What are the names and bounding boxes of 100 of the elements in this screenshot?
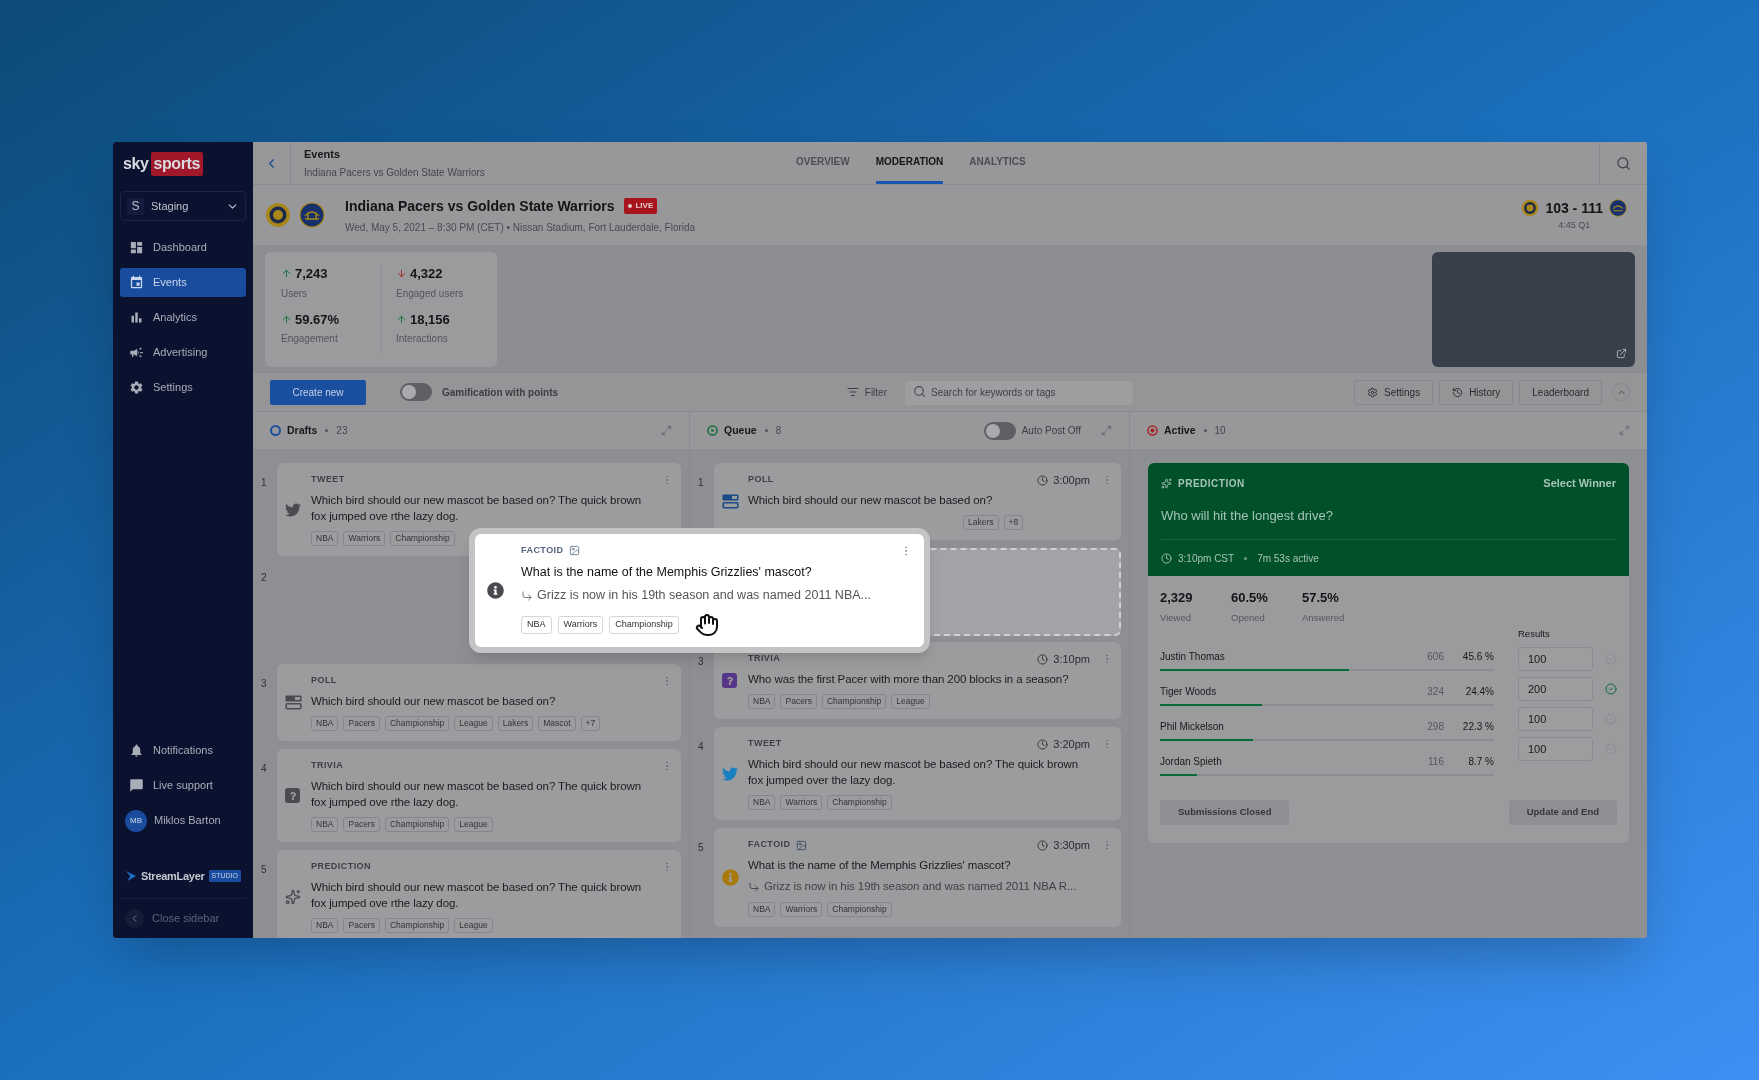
expand-icon[interactable] bbox=[1101, 425, 1112, 436]
game-clock: 4:45 Q1 bbox=[1558, 218, 1591, 232]
tag: League bbox=[454, 716, 493, 731]
avatar[interactable]: MB bbox=[125, 809, 147, 832]
row-number: 4 bbox=[698, 741, 704, 752]
tag: NBA bbox=[748, 902, 776, 918]
gear-icon bbox=[1367, 386, 1378, 398]
column-title: Drafts bbox=[287, 422, 318, 438]
card-type: POLL bbox=[748, 473, 774, 487]
external-link-icon[interactable] bbox=[1616, 348, 1627, 359]
action-button[interactable]: Submissions Closed bbox=[1160, 799, 1290, 825]
nav-item[interactable]: Live support bbox=[120, 772, 246, 799]
card-text: Which bird should our new mascot be based on? bbox=[748, 493, 994, 508]
tag: League bbox=[454, 817, 493, 832]
brand-logo: sky sports bbox=[121, 152, 203, 176]
column-title: Queue bbox=[724, 422, 757, 438]
toggle-label: Gamification with points bbox=[442, 385, 559, 400]
row-number: 4 bbox=[261, 763, 267, 774]
tag: +8 bbox=[1003, 515, 1024, 530]
card-type: PREDICTION bbox=[311, 860, 371, 874]
tag: Warriors bbox=[780, 902, 823, 918]
scheduled-time: 3:00pm bbox=[1053, 472, 1090, 488]
tag: League bbox=[891, 694, 930, 709]
content-card[interactable]: POLL Which bird should our new mascot be based on? NBA Pacers Championship League Lakers Mascot +7 bbox=[277, 664, 681, 741]
column-title: Active bbox=[1164, 422, 1196, 438]
content-card[interactable]: TWEET 3:20pm Which bird should our new mascot be based on? The quick brown fox jumped over the lazy dog. NBA Warriors Championship bbox=[714, 727, 1121, 820]
collapse-button[interactable] bbox=[125, 909, 144, 928]
clock-icon bbox=[1037, 738, 1049, 750]
nav-item[interactable]: Settings bbox=[120, 373, 246, 402]
score: 103 - 111 bbox=[1545, 198, 1603, 218]
nav-label: Events bbox=[153, 275, 187, 291]
start-time: 3:10pm CST bbox=[1178, 552, 1235, 566]
tag: Championship bbox=[384, 716, 450, 731]
stat-label: Users bbox=[281, 286, 309, 301]
card-type: FACTOID bbox=[521, 544, 564, 557]
tag: Championship bbox=[827, 902, 892, 918]
nav-item[interactable]: Dashboard bbox=[120, 233, 246, 262]
dragged-card-overlay[interactable]: FACTOID What is the name of the Memphis Grizzlies' mascot? Grizz is now in his 19th season and was named 2011 NBA... NBA Warriors Championship bbox=[469, 528, 930, 653]
play-circle-icon bbox=[707, 425, 718, 436]
search-icon bbox=[1616, 155, 1631, 171]
nav-item[interactable]: Advertising bbox=[120, 338, 246, 367]
toolbar-button[interactable]: Leaderboard bbox=[1519, 379, 1602, 405]
tag: NBA bbox=[521, 616, 552, 634]
vote-count: 116 bbox=[1427, 754, 1444, 769]
tag: NBA bbox=[311, 716, 339, 731]
result-input[interactable]: 100 bbox=[1518, 707, 1593, 731]
card-type: PREDICTION bbox=[1178, 476, 1245, 491]
option-name: Tiger Woods bbox=[1160, 684, 1218, 699]
tag: NBA bbox=[311, 817, 339, 832]
filter-button[interactable]: Filter bbox=[846, 384, 887, 400]
nav-item[interactable]: Events bbox=[120, 268, 246, 297]
tag: Championship bbox=[390, 531, 455, 546]
workspace-select[interactable]: S Staging bbox=[120, 191, 246, 221]
calendar-icon bbox=[129, 275, 144, 290]
nav-item[interactable]: Notifications bbox=[120, 737, 246, 764]
chat-bubble-icon bbox=[129, 778, 144, 793]
search-field[interactable]: Search for keywords or tags bbox=[905, 380, 1133, 405]
tag: Pacers bbox=[780, 694, 817, 709]
toolbar-button[interactable]: History bbox=[1439, 379, 1514, 405]
vote-count: 606 bbox=[1426, 649, 1444, 664]
tag: Championship bbox=[609, 616, 679, 634]
card-type: TRIVIA bbox=[748, 652, 781, 666]
action-button[interactable]: Update and End bbox=[1508, 799, 1617, 825]
stat-value: 18,156 bbox=[410, 310, 450, 329]
scheduled-time: 3:20pm bbox=[1053, 736, 1090, 752]
toolbar-button[interactable]: Settings bbox=[1354, 379, 1434, 405]
content-card[interactable]: POLL 3:00pm Which bird should our new mascot be based on? Lakers +8 bbox=[714, 463, 1121, 540]
expand-icon[interactable] bbox=[661, 425, 672, 436]
option-name: Jordan Spieth bbox=[1160, 754, 1223, 769]
result-input[interactable]: 200 bbox=[1518, 677, 1593, 701]
content-card[interactable]: PREDICTION Which bird should our new mascot be based on? The quick brown fox jumped ove rthe lazy dog. NBA Pacers Championship League bbox=[277, 850, 681, 938]
content-card[interactable]: FACTOID 3:30pm What is the name of the Memphis Grizzlies' mascot? Grizz is now in his 19th season and was named 2011 NBA R... NBA Warriors Championship bbox=[714, 828, 1121, 928]
check-circle-icon[interactable] bbox=[1605, 683, 1617, 695]
nav-label: Settings bbox=[153, 380, 193, 396]
stat-label: Opened bbox=[1231, 610, 1266, 625]
card-type: TWEET bbox=[311, 473, 345, 487]
history-icon bbox=[1452, 386, 1464, 398]
result-input[interactable]: 100 bbox=[1518, 737, 1593, 761]
result-input[interactable]: 100 bbox=[1518, 647, 1593, 671]
info-icon bbox=[487, 582, 504, 599]
create-new-button[interactable]: Create new bbox=[270, 379, 366, 405]
stat-value: 57.5% bbox=[1302, 589, 1340, 607]
breadcrumb-subtitle: Indiana Pacers vs Golden State Warriors bbox=[304, 165, 486, 180]
megaphone-icon bbox=[129, 345, 144, 360]
row-number: 3 bbox=[261, 678, 267, 689]
column-count: 10 bbox=[1214, 424, 1226, 438]
card-text: Which bird should our new mascot be based on? bbox=[311, 694, 557, 709]
tag: +7 bbox=[580, 716, 601, 731]
nav-item[interactable]: Analytics bbox=[120, 303, 246, 332]
expand-icon[interactable] bbox=[1619, 425, 1630, 436]
content-card[interactable]: TRIVIA 3:10pm Who was the first Pacer with more than 200 blocks in a season? NBA Pacers Championship League bbox=[714, 642, 1121, 719]
card-text: Which bird should our new mascot be based on? The quick brown fox jumped ove rthe lazy dog. bbox=[311, 880, 642, 911]
content-card[interactable]: TRIVIA Which bird should our new mascot be based on? The quick brown fox jumped ove rthe lazy dog. NBA Pacers Championship League bbox=[277, 749, 681, 842]
toggle-switch[interactable] bbox=[983, 421, 1016, 440]
column-count: 23 bbox=[336, 424, 348, 438]
team-crest-icon bbox=[1609, 199, 1627, 218]
select-winner-link[interactable]: Select Winner bbox=[1543, 475, 1616, 492]
settings-icon bbox=[129, 380, 144, 395]
scheduled-time: 3:10pm bbox=[1053, 651, 1090, 667]
toggle-switch[interactable] bbox=[400, 383, 432, 401]
